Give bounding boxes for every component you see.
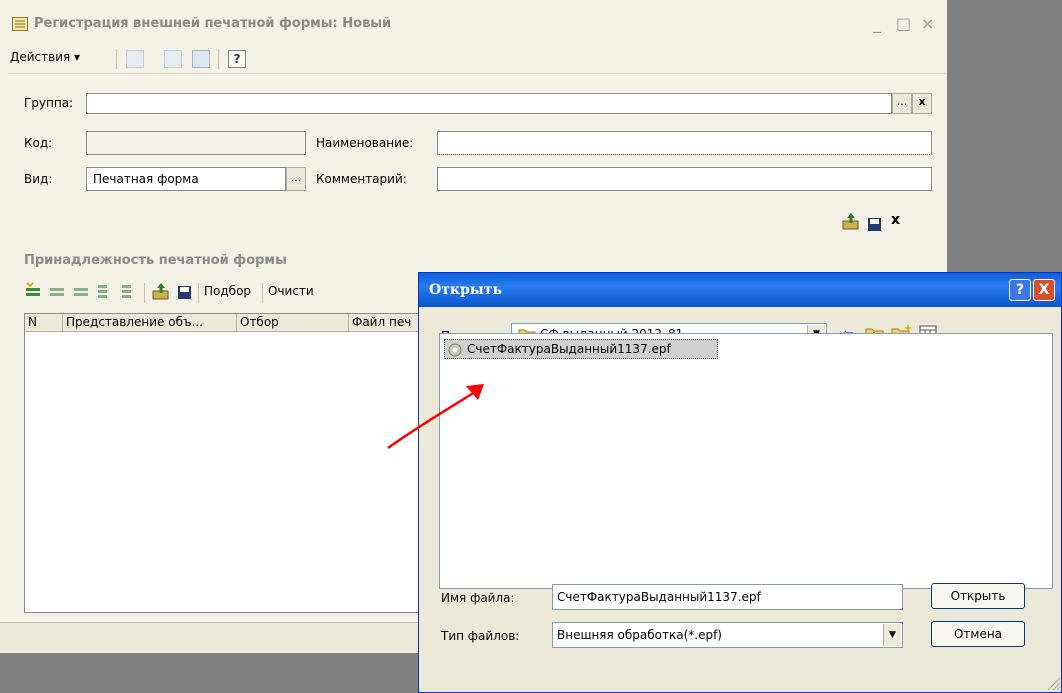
swap-icon[interactable] (192, 50, 210, 68)
main-window-title: Регистрация внешней печатной формы: Новы… (34, 16, 392, 31)
save-to-file-icon[interactable] (866, 216, 884, 234)
minimize-button[interactable]: _ (873, 14, 881, 33)
load-icon[interactable] (152, 282, 170, 300)
name-field[interactable] (437, 131, 932, 155)
open-file-dialog: Открыть ? X Папка: СФ выданный 2012_81 ▼… (418, 272, 1062, 693)
toolbar-separator (218, 49, 219, 69)
column-header-object[interactable]: Представление объ... (63, 314, 237, 332)
filetype-label: Тип файлов: (441, 629, 520, 643)
add-row-icon[interactable] (24, 282, 42, 300)
sort-desc-icon[interactable] (120, 282, 138, 300)
delete-file-icon[interactable]: x (891, 212, 900, 228)
resize-grip-icon[interactable] (1045, 675, 1061, 691)
catalog-icon (12, 17, 28, 31)
membership-section-title: Принадлежность печатной формы (24, 253, 287, 268)
toolbar-separator (144, 283, 145, 303)
filetype-combo[interactable]: Внешняя обработка(*.epf) ▼ (552, 622, 903, 648)
dialog-help-button[interactable]: ? (1009, 279, 1031, 301)
membership-table[interactable]: N Представление объ... Отбор Файл печ (24, 313, 425, 613)
file-item[interactable]: СчетФактураВыданный1137.epf (444, 339, 718, 359)
code-field[interactable] (86, 131, 306, 155)
file-item-name: СчетФактураВыданный1137.epf (467, 342, 671, 356)
comment-field[interactable] (437, 167, 932, 191)
annotation-arrow-icon (387, 384, 484, 450)
membership-toolbar: Подбор Очисти (24, 279, 424, 307)
sort-asc-icon[interactable] (96, 282, 114, 300)
group-clear-button[interactable]: x (912, 93, 932, 114)
column-header-file[interactable]: Файл печ (349, 314, 425, 332)
comment-label: Комментарий: (316, 172, 407, 186)
kind-field[interactable]: Печатная форма (86, 167, 286, 191)
maximize-button[interactable]: □ (896, 14, 911, 33)
dialog-title: Открыть (429, 282, 502, 298)
code-label: Код: (24, 136, 53, 150)
filename-label: Имя файла: (441, 591, 515, 605)
toolbar-separator (116, 49, 117, 69)
column-header-filter[interactable]: Отбор (237, 314, 349, 332)
dialog-close-button[interactable]: X (1033, 279, 1055, 301)
copy-row-icon[interactable] (48, 282, 66, 300)
main-title-bar: Регистрация внешней печатной формы: Новы… (0, 12, 947, 38)
cancel-button[interactable]: Отмена (931, 621, 1025, 647)
filetype-value: Внешняя обработка(*.epf) (557, 628, 722, 642)
kind-label: Вид: (24, 172, 53, 186)
load-from-file-icon[interactable] (842, 212, 860, 230)
filename-input[interactable]: СчетФактураВыданный1137.epf (552, 584, 903, 610)
dialog-title-bar: Открыть ? X (419, 273, 1061, 307)
group-label: Группа: (24, 96, 74, 110)
group-select-button[interactable]: ... (892, 93, 912, 114)
delete-row-icon[interactable] (72, 282, 90, 300)
open-button[interactable]: Открыть (931, 583, 1025, 609)
clear-button[interactable]: Очисти (268, 284, 314, 298)
chevron-down-icon[interactable]: ▼ (883, 624, 901, 646)
save-icon[interactable] (176, 284, 194, 302)
close-button[interactable]: × (921, 14, 934, 33)
file-list[interactable]: СчетФактураВыданный1137.epf (439, 333, 1053, 589)
group-field[interactable] (86, 93, 892, 114)
back-icon[interactable] (126, 50, 144, 68)
actions-menu[interactable]: Действия ▾ (10, 50, 80, 64)
refresh-icon[interactable] (164, 50, 182, 68)
name-label: Наименование: (316, 136, 414, 150)
kind-select-button[interactable]: ... (286, 167, 306, 191)
column-header-n[interactable]: N (25, 314, 63, 332)
toolbar-separator (198, 283, 199, 303)
pick-button[interactable]: Подбор (204, 284, 251, 298)
main-toolbar: Действия ▾ ? (8, 44, 946, 74)
epf-file-icon (448, 343, 462, 357)
help-icon[interactable]: ? (228, 50, 246, 68)
toolbar-separator (262, 283, 263, 303)
